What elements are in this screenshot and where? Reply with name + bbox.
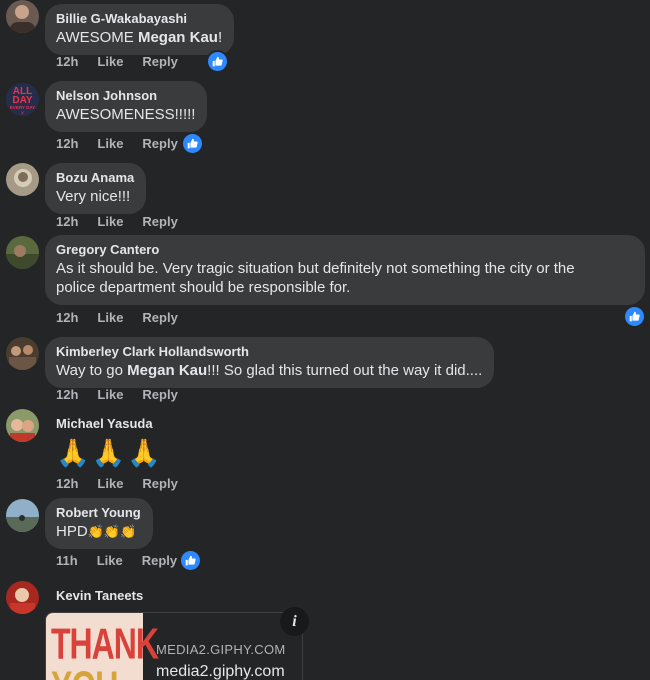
comment-bubble: Gregory Cantero As it should be. Very tr… — [45, 235, 645, 305]
comment-text-line: As it should be. Very tragic situation b… — [56, 260, 575, 277]
avatar[interactable] — [6, 163, 39, 196]
like-reaction-icon[interactable] — [181, 551, 200, 570]
comment-author[interactable]: Nelson Johnson — [56, 87, 195, 105]
like-button[interactable]: Like — [97, 553, 123, 568]
comment-timestamp[interactable]: 11h — [56, 553, 78, 568]
comment-text: Very nice!!! — [56, 188, 131, 205]
comment-text: AWESOMENESS!!!!! — [56, 106, 196, 123]
avatar[interactable] — [6, 409, 39, 442]
like-button[interactable]: Like — [97, 476, 123, 491]
reply-button[interactable]: Reply — [142, 553, 177, 568]
gif-attachment[interactable]: THANK YOU MEDIA2.GIPHY.COM media2.giphy.… — [45, 612, 303, 680]
comment-timestamp[interactable]: 12h — [56, 54, 78, 69]
avatar[interactable] — [6, 499, 39, 532]
gif-thumbnail[interactable]: THANK YOU — [46, 613, 159, 680]
comment-actions: 12h Like Reply — [56, 136, 197, 152]
reply-button[interactable]: Reply — [142, 310, 177, 325]
gif-domain: MEDIA2.GIPHY.COM — [156, 642, 286, 657]
comment-bubble: Michael Yasuda 🙏🙏🙏 — [45, 409, 175, 476]
comment-text: HPD👏👏👏 — [56, 523, 137, 540]
reply-button[interactable]: Reply — [142, 387, 177, 402]
comment-actions: 12h Like Reply — [56, 476, 197, 492]
comment-bubble: Kimberley Clark Hollandsworth Way to go … — [45, 337, 495, 388]
avatar[interactable] — [6, 337, 39, 370]
info-icon[interactable]: i — [280, 607, 309, 636]
comment-bubble: Robert Young HPD👏👏👏 — [45, 498, 153, 549]
comment-bubble: Nelson Johnson AWESOMENESS!!!!! — [45, 81, 208, 132]
comment-timestamp[interactable]: 12h — [56, 387, 78, 402]
comment-timestamp[interactable]: 12h — [56, 136, 78, 151]
comment-actions: 12h Like Reply — [56, 214, 197, 230]
like-button[interactable]: Like — [97, 136, 123, 151]
comment-author[interactable]: Robert Young — [56, 504, 141, 522]
emoji-reaction: 🙏🙏🙏 — [56, 438, 163, 468]
like-reaction-icon[interactable] — [183, 134, 202, 153]
comment-author[interactable]: Gregory Cantero — [56, 241, 633, 259]
mention-link[interactable]: Megan Kau — [127, 362, 207, 379]
reply-button[interactable]: Reply — [142, 136, 177, 151]
like-reaction-icon[interactable] — [625, 307, 644, 326]
reply-button[interactable]: Reply — [142, 214, 177, 229]
comment-actions: 11h Like Reply — [56, 553, 196, 569]
like-button[interactable]: Like — [97, 214, 123, 229]
comment-author[interactable]: Kimberley Clark Hollandsworth — [56, 343, 482, 361]
comment-actions: 12h Like Reply — [56, 54, 197, 70]
comment-actions: 12h Like Reply — [56, 310, 197, 326]
comment-author[interactable]: Bozu Anama — [56, 169, 134, 187]
avatar[interactable]: ALL DAY EVERY DAY × — [6, 83, 39, 116]
avatar[interactable] — [6, 581, 39, 614]
gif-thumbnail-text: YOU — [51, 665, 118, 680]
like-button[interactable]: Like — [97, 310, 123, 325]
comment-author[interactable]: Michael Yasuda — [56, 415, 163, 433]
reply-button[interactable]: Reply — [142, 476, 177, 491]
like-button[interactable]: Like — [97, 54, 123, 69]
comment-bubble: Bozu Anama Very nice!!! — [45, 163, 147, 214]
like-button[interactable]: Like — [97, 387, 123, 402]
comment-bubble: Billie G-Wakabayashi AWESOME Megan Kau! — [45, 4, 235, 55]
svg-text:×: × — [21, 111, 25, 116]
like-reaction-icon[interactable] — [208, 52, 227, 71]
comment-author[interactable]: Kevin Taneets — [56, 587, 143, 605]
comment-actions: 12h Like Reply — [56, 387, 197, 403]
reply-button[interactable]: Reply — [142, 54, 177, 69]
comment-timestamp[interactable]: 12h — [56, 476, 78, 491]
mention-link[interactable]: Megan Kau — [138, 29, 218, 46]
svg-text:EVERY DAY: EVERY DAY — [10, 105, 35, 110]
gif-url[interactable]: media2.giphy.com — [156, 663, 285, 680]
comment-timestamp[interactable]: 12h — [56, 310, 78, 325]
avatar[interactable] — [6, 0, 39, 33]
comment-author[interactable]: Billie G-Wakabayashi — [56, 10, 222, 28]
gif-thumbnail-text: THANK — [51, 619, 159, 668]
comment-text: AWESOME Megan Kau! — [56, 29, 223, 46]
comment-bubble: Kevin Taneets — [45, 581, 155, 613]
comment-timestamp[interactable]: 12h — [56, 214, 78, 229]
clap-emoji: 👏👏👏 — [87, 524, 137, 539]
avatar[interactable] — [6, 236, 39, 269]
comment-text: Way to go Megan Kau!!! So glad this turn… — [56, 362, 483, 379]
comment-text-line: police department should be responsible … — [56, 279, 351, 296]
